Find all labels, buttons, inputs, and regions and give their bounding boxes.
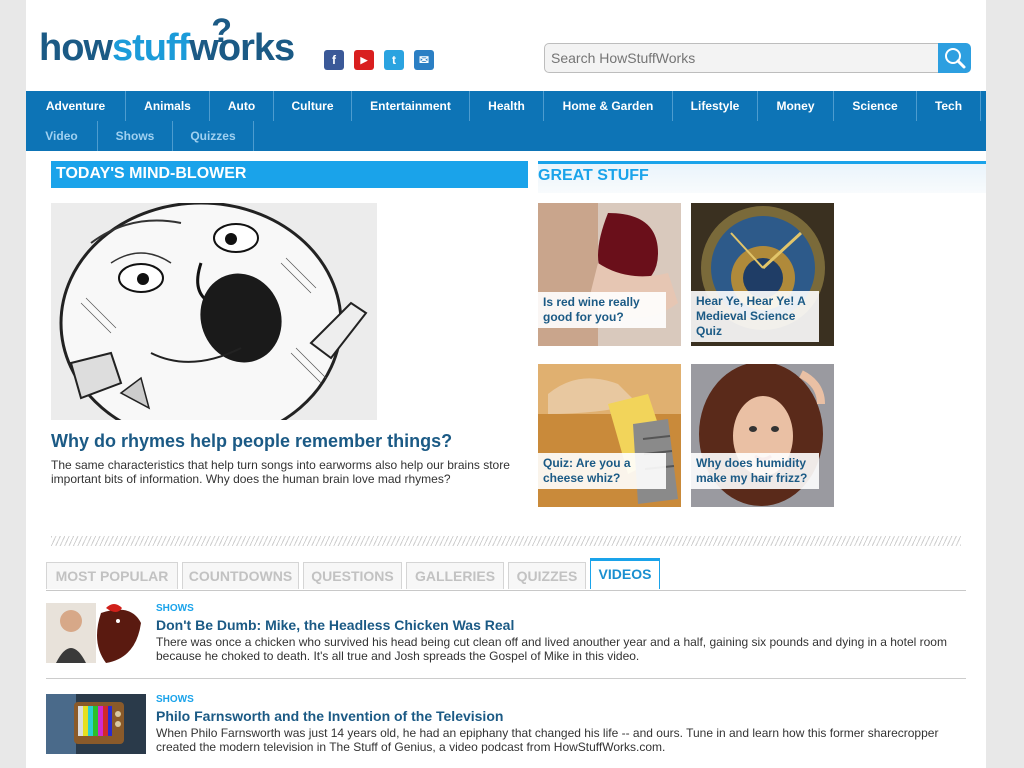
video-description: When Philo Farnsworth was just 14 years …: [156, 726, 939, 754]
headless-chicken-thumbnail: [46, 603, 146, 663]
video-category[interactable]: SHOWS: [156, 694, 194, 705]
facebook-icon[interactable]: f: [324, 50, 344, 70]
list-divider: [46, 678, 966, 679]
logo-how: how: [39, 27, 113, 69]
nav-item-adventure[interactable]: Adventure: [26, 91, 126, 121]
nav-item-entertainment[interactable]: Entertainment: [352, 91, 470, 121]
nav-item-video[interactable]: Video: [26, 121, 98, 151]
mind-blower-description: The same characteristics that help turn …: [51, 458, 510, 486]
great-stuff-heading: GREAT STUFF: [538, 161, 986, 193]
tile-cheese-quiz[interactable]: Quiz: Are you a cheese whiz?: [538, 364, 681, 507]
tile-humidity-hair[interactable]: Why does humidity make my hair frizz?: [691, 364, 834, 507]
nav-item-health[interactable]: Health: [470, 91, 544, 121]
mind-blower-heading: TODAY'S MIND-BLOWER: [51, 161, 528, 188]
tab-quizzes[interactable]: QUIZZES: [508, 562, 586, 589]
twitter-icon[interactable]: t: [384, 50, 404, 70]
section-divider: [51, 536, 961, 546]
tab-galleries[interactable]: GALLERIES: [406, 562, 504, 589]
nav-item-culture[interactable]: Culture: [274, 91, 352, 121]
nav-item-quizzes[interactable]: Quizzes: [173, 121, 254, 151]
logo-works: ? works: [189, 12, 295, 69]
social-links: f ▶ t ✉: [324, 50, 434, 70]
site-logo[interactable]: howstuff? works: [39, 12, 295, 74]
video-category[interactable]: SHOWS: [156, 603, 194, 614]
video-item[interactable]: SHOWS Philo Farnsworth and the Invention…: [46, 694, 966, 760]
nav-item-money[interactable]: Money: [758, 91, 834, 121]
tile-caption: Hear Ye, Hear Ye! A Medieval Science Qui…: [691, 291, 819, 342]
video-title[interactable]: Philo Farnsworth and the Invention of th…: [156, 708, 503, 724]
nav-item-tech[interactable]: Tech: [917, 91, 981, 121]
nav-item-auto[interactable]: Auto: [210, 91, 274, 121]
content-tabs: MOST POPULAR COUNTDOWNS QUESTIONS GALLER…: [46, 558, 966, 591]
video-item[interactable]: SHOWS Don't Be Dumb: Mike, the Headless …: [46, 603, 966, 669]
video-thumbnail[interactable]: [46, 694, 146, 754]
television-thumbnail: [46, 694, 146, 754]
tab-videos[interactable]: VIDEOS: [590, 558, 660, 589]
nav-item-home-garden[interactable]: Home & Garden: [544, 91, 673, 121]
mind-blower-image[interactable]: [51, 203, 377, 420]
search-bar: [544, 43, 971, 73]
tile-caption: Why does humidity make my hair frizz?: [691, 453, 819, 489]
video-title[interactable]: Don't Be Dumb: Mike, the Headless Chicke…: [156, 617, 514, 633]
search-icon: [945, 48, 966, 69]
tab-questions[interactable]: QUESTIONS: [303, 562, 402, 589]
logo-question-mark: ?: [211, 12, 232, 50]
video-thumbnail[interactable]: [46, 603, 146, 663]
nav-item-science[interactable]: Science: [834, 91, 917, 121]
youtube-icon[interactable]: ▶: [354, 50, 374, 70]
humpty-dumpty-illustration: [51, 203, 377, 420]
logo-works-text: works: [189, 27, 295, 69]
tile-caption: Quiz: Are you a cheese whiz?: [538, 453, 666, 489]
tab-most-popular[interactable]: MOST POPULAR: [46, 562, 178, 589]
page: howstuff?works f ▶ t ✉ Adventure Animals…: [26, 0, 986, 768]
email-icon[interactable]: ✉: [414, 50, 434, 70]
tile-medieval-quiz[interactable]: Hear Ye, Hear Ye! A Medieval Science Qui…: [691, 203, 834, 346]
nav-item-shows[interactable]: Shows: [98, 121, 173, 151]
nav-item-animals[interactable]: Animals: [126, 91, 210, 121]
mind-blower-title[interactable]: Why do rhymes help people remember thing…: [51, 431, 452, 452]
main-nav: Adventure Animals Auto Culture Entertain…: [26, 91, 986, 151]
tab-countdowns[interactable]: COUNTDOWNS: [182, 562, 299, 589]
logo-stuff: stuff: [111, 27, 190, 69]
nav-item-lifestyle[interactable]: Lifestyle: [673, 91, 758, 121]
tile-caption: Is red wine really good for you?: [538, 292, 666, 328]
search-input[interactable]: [544, 43, 942, 73]
tile-red-wine[interactable]: Is red wine really good for you?: [538, 203, 681, 346]
search-button[interactable]: [938, 43, 971, 73]
video-description: There was once a chicken who survived hi…: [156, 635, 947, 663]
